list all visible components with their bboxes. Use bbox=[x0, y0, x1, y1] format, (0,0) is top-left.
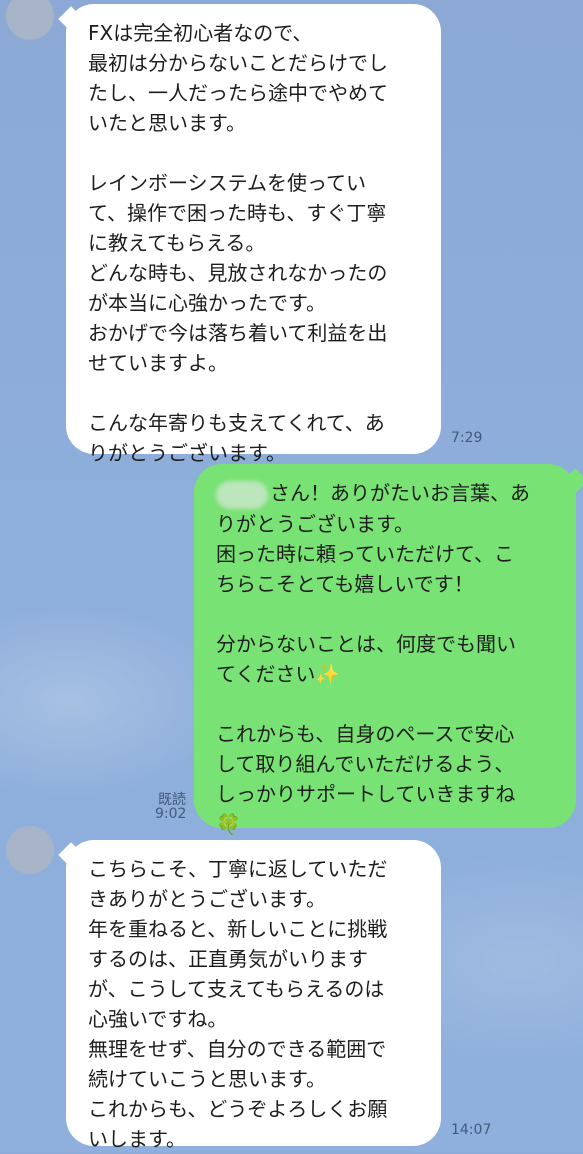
message-line: ちらこそとても嬉しいです！ bbox=[216, 571, 474, 596]
message-line: これからも、自身のペースで安心 bbox=[216, 721, 515, 746]
message-line: 心強いですね。 bbox=[88, 1007, 228, 1031]
message-line: いたと思います。 bbox=[88, 111, 246, 135]
message-line: て、操作で困った時も、すぐ丁寧 bbox=[88, 201, 387, 225]
message-line: きありがとうございます。 bbox=[88, 887, 326, 911]
message-line: 続けていこうと思います。 bbox=[88, 1067, 326, 1091]
message-line: FXは完全初心者なので、 bbox=[88, 21, 313, 45]
message-line: が、こうして支えてもらえるのは bbox=[88, 977, 385, 1001]
message-line: 最初は分からないことだらけでし bbox=[88, 51, 388, 75]
message-line: して取り組んでいただけるよう、 bbox=[216, 751, 515, 776]
message-line: が本当に心強かったです。 bbox=[88, 291, 326, 315]
redacted-name bbox=[216, 480, 268, 509]
message-line: するのは、正直勇気がいります bbox=[88, 947, 368, 971]
message-line-text: さん！ありがたいお言葉、あ bbox=[270, 481, 530, 505]
message-line: に教えてもらえる。 bbox=[88, 231, 266, 255]
message-line: せていますよ。 bbox=[88, 351, 228, 375]
sparkles-icon: ✨ bbox=[315, 661, 341, 686]
clover-icon: 🍀 bbox=[216, 811, 241, 836]
message-line: 分からないことは、何度でも聞い bbox=[216, 631, 516, 656]
message-line: レインボーシステムを使ってい bbox=[88, 171, 366, 195]
message-bubble-incoming[interactable]: こちらこそ、丁寧に返していただ きありがとうございます。 年を重ねると、新しいこ… bbox=[66, 840, 441, 1151]
message-line: 無理をせず、自分のできる範囲で bbox=[88, 1037, 387, 1061]
message-line: さん！ありがたいお言葉、あ bbox=[216, 478, 560, 509]
message-line: これからも、どうぞよろしくお願 bbox=[88, 1097, 388, 1121]
message-line: てください✨ bbox=[216, 659, 560, 689]
message-line: おかげで今は落ち着いて利益を出 bbox=[88, 321, 388, 345]
message-line: たし、一人だったら途中でやめて bbox=[88, 81, 388, 105]
message-line: りがとうございます。 bbox=[216, 511, 414, 536]
message-time: 7:29 bbox=[451, 430, 483, 446]
message-line: 困った時に頼っていただけて、こ bbox=[216, 541, 514, 566]
message-bubble-outgoing[interactable]: さん！ありがたいお言葉、あ りがとうございます。 困った時に頼っていただけて、こ… bbox=[194, 464, 576, 836]
message-bubble-incoming[interactable]: FXは完全初心者なので、 最初は分からないことだらけでし たし、一人だったら途中… bbox=[66, 4, 441, 465]
message-time: 14:07 bbox=[451, 1122, 492, 1138]
message-line: こんな年寄りも支えてくれて、あ bbox=[88, 411, 385, 435]
message-line: こちらこそ、丁寧に返していただ bbox=[88, 857, 388, 881]
message-line: いします。 bbox=[88, 1127, 186, 1151]
message-time: 9:02 bbox=[155, 806, 187, 822]
message-line: しっかりサポートしていきますね bbox=[216, 781, 516, 806]
message-line-text: てください bbox=[216, 661, 316, 686]
message-line: 🍀 bbox=[216, 809, 560, 839]
message-line: どんな時も、見放されなかったの bbox=[88, 261, 388, 285]
message-line: 年を重ねると、新しいことに挑戦 bbox=[88, 917, 388, 941]
sender-avatar[interactable] bbox=[6, 826, 54, 874]
